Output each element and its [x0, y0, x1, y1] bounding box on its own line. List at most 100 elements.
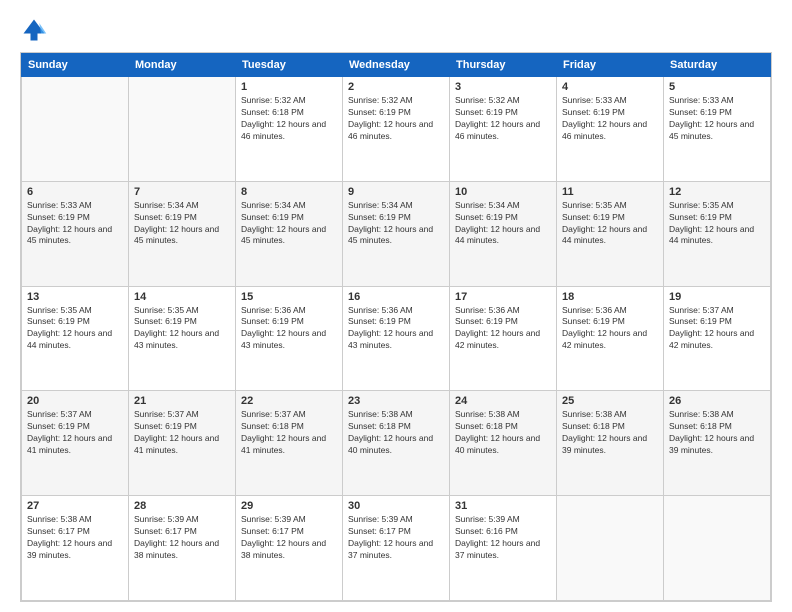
day-number: 7	[134, 186, 230, 198]
day-number: 19	[669, 291, 765, 303]
day-info: Sunrise: 5:36 AM Sunset: 6:19 PM Dayligh…	[455, 305, 551, 353]
day-number: 13	[27, 291, 123, 303]
day-info: Sunrise: 5:38 AM Sunset: 6:18 PM Dayligh…	[669, 409, 765, 457]
header-saturday: Saturday	[664, 54, 771, 77]
calendar-cell: 13 Sunrise: 5:35 AM Sunset: 6:19 PM Dayli…	[22, 286, 129, 391]
day-info: Sunrise: 5:39 AM Sunset: 6:17 PM Dayligh…	[348, 514, 444, 562]
day-info: Sunrise: 5:39 AM Sunset: 6:17 PM Dayligh…	[241, 514, 337, 562]
day-number: 22	[241, 395, 337, 407]
day-number: 15	[241, 291, 337, 303]
calendar-cell: 20 Sunrise: 5:37 AM Sunset: 6:19 PM Dayli…	[22, 391, 129, 496]
day-number: 5	[669, 81, 765, 93]
calendar-week-row: 1 Sunrise: 5:32 AM Sunset: 6:18 PM Daylig…	[22, 77, 771, 182]
day-number: 12	[669, 186, 765, 198]
calendar-cell: 31Sunrise: 5:39 AM Sunset: 6:16 PM Dayli…	[450, 496, 557, 601]
day-info: Sunrise: 5:37 AM Sunset: 6:19 PM Dayligh…	[134, 409, 230, 457]
day-number: 23	[348, 395, 444, 407]
calendar-cell: 25 Sunrise: 5:38 AM Sunset: 6:18 PM Dayli…	[557, 391, 664, 496]
day-number: 1	[241, 81, 337, 93]
calendar-cell: 11Sunrise: 5:35 AM Sunset: 6:19 PM Dayli…	[557, 181, 664, 286]
calendar-cell	[664, 496, 771, 601]
calendar-cell: 1 Sunrise: 5:32 AM Sunset: 6:18 PM Daylig…	[236, 77, 343, 182]
header-tuesday: Tuesday	[236, 54, 343, 77]
day-number: 27	[27, 500, 123, 512]
day-number: 29	[241, 500, 337, 512]
day-info: Sunrise: 5:34 AM Sunset: 6:19 PM Dayligh…	[241, 200, 337, 248]
calendar-header-row: Sunday Monday Tuesday Wednesday Thursday…	[22, 54, 771, 77]
calendar-cell: 21 Sunrise: 5:37 AM Sunset: 6:19 PM Dayli…	[129, 391, 236, 496]
logo	[20, 16, 52, 44]
day-info: Sunrise: 5:36 AM Sunset: 6:19 PM Dayligh…	[241, 305, 337, 353]
calendar-cell: 18 Sunrise: 5:36 AM Sunset: 6:19 PM Dayli…	[557, 286, 664, 391]
day-number: 10	[455, 186, 551, 198]
day-info: Sunrise: 5:36 AM Sunset: 6:19 PM Dayligh…	[562, 305, 658, 353]
calendar-cell: 14 Sunrise: 5:35 AM Sunset: 6:19 PM Dayli…	[129, 286, 236, 391]
day-info: Sunrise: 5:38 AM Sunset: 6:17 PM Dayligh…	[27, 514, 123, 562]
day-info: Sunrise: 5:33 AM Sunset: 6:19 PM Dayligh…	[27, 200, 123, 248]
day-number: 18	[562, 291, 658, 303]
day-info: Sunrise: 5:34 AM Sunset: 6:19 PM Dayligh…	[455, 200, 551, 248]
calendar-cell	[129, 77, 236, 182]
calendar-cell: 7 Sunrise: 5:34 AM Sunset: 6:19 PM Daylig…	[129, 181, 236, 286]
calendar-cell: 6 Sunrise: 5:33 AM Sunset: 6:19 PM Daylig…	[22, 181, 129, 286]
day-number: 6	[27, 186, 123, 198]
day-info: Sunrise: 5:34 AM Sunset: 6:19 PM Dayligh…	[134, 200, 230, 248]
day-number: 24	[455, 395, 551, 407]
calendar-cell: 15 Sunrise: 5:36 AM Sunset: 6:19 PM Dayli…	[236, 286, 343, 391]
day-number: 9	[348, 186, 444, 198]
calendar-cell: 9 Sunrise: 5:34 AM Sunset: 6:19 PM Daylig…	[343, 181, 450, 286]
day-info: Sunrise: 5:32 AM Sunset: 6:19 PM Dayligh…	[348, 95, 444, 143]
calendar-week-row: 27 Sunrise: 5:38 AM Sunset: 6:17 PM Dayli…	[22, 496, 771, 601]
day-number: 17	[455, 291, 551, 303]
calendar-cell: 2 Sunrise: 5:32 AM Sunset: 6:19 PM Daylig…	[343, 77, 450, 182]
day-info: Sunrise: 5:35 AM Sunset: 6:19 PM Dayligh…	[134, 305, 230, 353]
day-number: 30	[348, 500, 444, 512]
day-number: 11	[562, 186, 658, 198]
day-info: Sunrise: 5:38 AM Sunset: 6:18 PM Dayligh…	[562, 409, 658, 457]
day-info: Sunrise: 5:34 AM Sunset: 6:19 PM Dayligh…	[348, 200, 444, 248]
calendar-cell: 4Sunrise: 5:33 AM Sunset: 6:19 PM Daylig…	[557, 77, 664, 182]
day-number: 8	[241, 186, 337, 198]
day-number: 26	[669, 395, 765, 407]
day-info: Sunrise: 5:35 AM Sunset: 6:19 PM Dayligh…	[27, 305, 123, 353]
day-number: 28	[134, 500, 230, 512]
logo-icon	[20, 16, 48, 44]
calendar-cell: 30 Sunrise: 5:39 AM Sunset: 6:17 PM Dayli…	[343, 496, 450, 601]
calendar-cell: 27 Sunrise: 5:38 AM Sunset: 6:17 PM Dayli…	[22, 496, 129, 601]
day-number: 4	[562, 81, 658, 93]
header-monday: Monday	[129, 54, 236, 77]
calendar-cell: 17 Sunrise: 5:36 AM Sunset: 6:19 PM Dayli…	[450, 286, 557, 391]
header-sunday: Sunday	[22, 54, 129, 77]
day-number: 16	[348, 291, 444, 303]
calendar-cell: 12 Sunrise: 5:35 AM Sunset: 6:19 PM Dayli…	[664, 181, 771, 286]
calendar-week-row: 6 Sunrise: 5:33 AM Sunset: 6:19 PM Daylig…	[22, 181, 771, 286]
calendar-cell: 5 Sunrise: 5:33 AM Sunset: 6:19 PM Daylig…	[664, 77, 771, 182]
calendar-cell: 26 Sunrise: 5:38 AM Sunset: 6:18 PM Dayli…	[664, 391, 771, 496]
calendar-cell: 19 Sunrise: 5:37 AM Sunset: 6:19 PM Dayli…	[664, 286, 771, 391]
day-info: Sunrise: 5:39 AM Sunset: 6:17 PM Dayligh…	[134, 514, 230, 562]
day-info: Sunrise: 5:32 AM Sunset: 6:18 PM Dayligh…	[241, 95, 337, 143]
day-info: Sunrise: 5:37 AM Sunset: 6:19 PM Dayligh…	[27, 409, 123, 457]
day-info: Sunrise: 5:38 AM Sunset: 6:18 PM Dayligh…	[348, 409, 444, 457]
calendar-cell: 10 Sunrise: 5:34 AM Sunset: 6:19 PM Dayli…	[450, 181, 557, 286]
header-thursday: Thursday	[450, 54, 557, 77]
calendar-cell: 3Sunrise: 5:32 AM Sunset: 6:19 PM Daylig…	[450, 77, 557, 182]
day-number: 20	[27, 395, 123, 407]
day-info: Sunrise: 5:33 AM Sunset: 6:19 PM Dayligh…	[669, 95, 765, 143]
day-info: Sunrise: 5:32 AM Sunset: 6:19 PM Dayligh…	[455, 95, 551, 143]
day-number: 21	[134, 395, 230, 407]
calendar-cell: 16 Sunrise: 5:36 AM Sunset: 6:19 PM Dayli…	[343, 286, 450, 391]
day-info: Sunrise: 5:35 AM Sunset: 6:19 PM Dayligh…	[669, 200, 765, 248]
calendar: Sunday Monday Tuesday Wednesday Thursday…	[20, 52, 772, 602]
day-info: Sunrise: 5:38 AM Sunset: 6:18 PM Dayligh…	[455, 409, 551, 457]
calendar-cell	[557, 496, 664, 601]
header-friday: Friday	[557, 54, 664, 77]
day-info: Sunrise: 5:37 AM Sunset: 6:19 PM Dayligh…	[669, 305, 765, 353]
day-number: 2	[348, 81, 444, 93]
calendar-week-row: 20 Sunrise: 5:37 AM Sunset: 6:19 PM Dayli…	[22, 391, 771, 496]
calendar-cell: 24 Sunrise: 5:38 AM Sunset: 6:18 PM Dayli…	[450, 391, 557, 496]
day-info: Sunrise: 5:36 AM Sunset: 6:19 PM Dayligh…	[348, 305, 444, 353]
day-number: 14	[134, 291, 230, 303]
calendar-cell: 8 Sunrise: 5:34 AM Sunset: 6:19 PM Daylig…	[236, 181, 343, 286]
day-number: 25	[562, 395, 658, 407]
